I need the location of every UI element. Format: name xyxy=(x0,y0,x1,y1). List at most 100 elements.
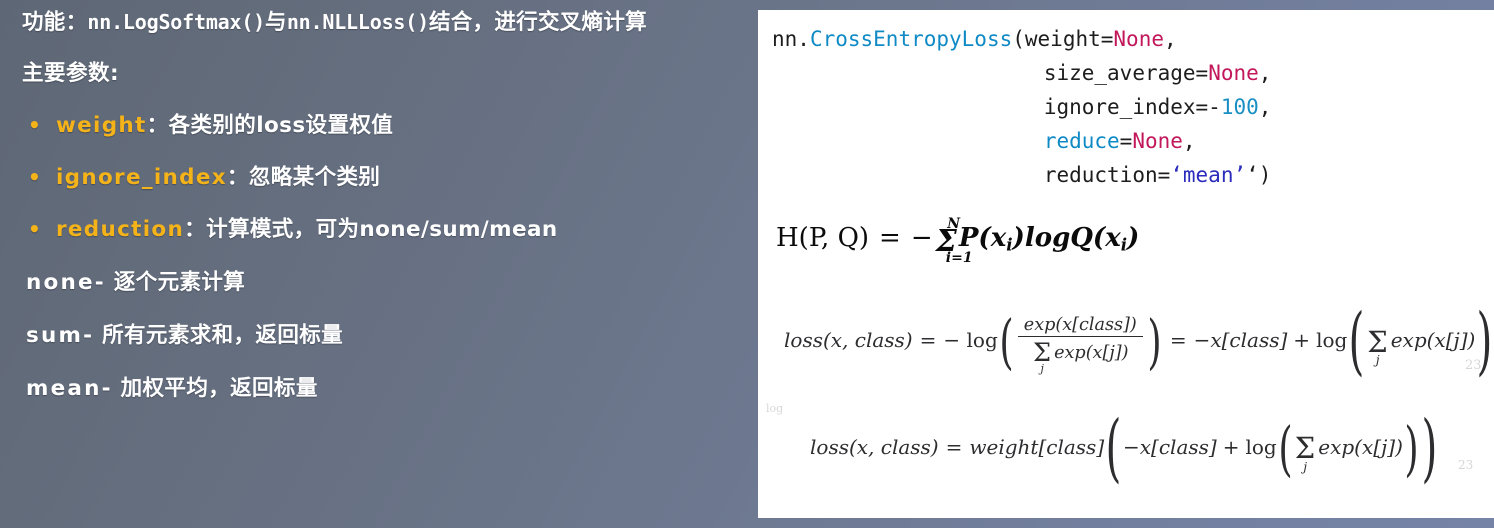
param-name-reduction: reduction xyxy=(56,216,185,242)
formula-entropy-sum-upper: N xyxy=(947,215,961,232)
section-heading-main-params: 主要参数: xyxy=(22,60,120,86)
bullet-dot-icon: • xyxy=(28,216,42,241)
note-desc-sum: 所有元素求和，返回标量 xyxy=(94,322,344,348)
lead-prefix: 功能： xyxy=(22,10,88,35)
scan-artifact-right-2: 23 xyxy=(1458,458,1474,472)
sigma-icon: Σj xyxy=(1033,338,1051,375)
loss1-eq1: = xyxy=(919,328,937,352)
loss2-sigma-sub: j xyxy=(1303,458,1308,474)
code-signature-block: nn.CrossEntropyLoss(weight=None, size_ave… xyxy=(772,22,1271,192)
code-value-weight: None xyxy=(1113,27,1164,51)
list-item: • ignore_index ： 忽略某个类别 xyxy=(22,139,742,191)
right-paren-inner: ) xyxy=(1404,413,1419,483)
note-desc-mean: 加权平均，返回标量 xyxy=(112,375,318,401)
code-value-reduction: ‘mean’ xyxy=(1170,163,1247,188)
note-key-sum: sum- xyxy=(26,322,95,348)
code-comma-2: , xyxy=(1258,61,1272,86)
list-item: • weight ： 各类别的loss设置权值 xyxy=(22,87,742,139)
param-name-ignore-index: ignore_index xyxy=(56,164,227,190)
loss1-rhs-body: exp(x[j]) xyxy=(1390,328,1476,352)
sigma-icon: Σj xyxy=(1367,325,1388,367)
lead-mono-nllloss: nn.NLLLoss() xyxy=(286,10,429,34)
loss2-log: log xyxy=(1245,434,1277,459)
loss1-log: log xyxy=(1316,328,1348,352)
code-equals-4: = xyxy=(1119,129,1133,154)
loss1-numerator: exp(x[class]) xyxy=(1017,315,1143,337)
left-paren-outer: ( xyxy=(1105,405,1122,491)
code-arg-size-average: size_average= xyxy=(1043,61,1209,86)
formula-entropy-p: P(x xyxy=(958,223,1007,253)
code-open-paren: ( xyxy=(1012,27,1025,51)
code-line-4: reduce=None, xyxy=(772,124,1271,158)
loss1-fraction: exp(x[class]) Σj exp(x[j]) xyxy=(1017,315,1143,375)
scan-artifact-top-left: log xyxy=(766,402,784,415)
note-key-mean: mean- xyxy=(26,375,113,401)
loss1-rhs-sigma-sub: j xyxy=(1375,351,1380,367)
lead-suffix: 结合，进行交叉熵计算 xyxy=(428,10,647,35)
loss1-rhs-first: −x[class] xyxy=(1193,328,1288,352)
loss1-denominator: Σj exp(x[j]) xyxy=(1018,337,1143,375)
loss2-weight-index: [class] xyxy=(1038,434,1105,459)
param-separator: ： xyxy=(226,164,249,190)
formula-entropy-lhs: H(P, Q) xyxy=(776,223,870,253)
param-desc-reduction: 计算模式，可为none/sum/mean xyxy=(206,216,558,242)
formula-cross-entropy: H(P, Q) = − Σ Ni=1 P(xi)logQ(xi) xyxy=(776,216,1140,266)
loss2-eq: = xyxy=(945,434,963,459)
list-item: • reduction ： 计算模式，可为none/sum/mean xyxy=(22,191,742,243)
loss1-lhs: loss(x, class) xyxy=(784,328,913,352)
loss1-neg-log: − log xyxy=(943,328,998,352)
param-desc-weight: 各类别的loss设置权值 xyxy=(168,112,394,138)
loss1-plus: + xyxy=(1293,328,1311,352)
loss1-den-sigma-sub: j xyxy=(1040,362,1044,376)
formula-entropy-minus: − xyxy=(910,223,933,253)
slide-root: 功能：nn.LogSoftmax()与nn.NLLLoss()结合，进行交叉熵计… xyxy=(0,0,1494,528)
left-text-column: 功能：nn.LogSoftmax()与nn.NLLLoss()结合，进行交叉熵计… xyxy=(0,0,756,528)
right-white-panel: nn.CrossEntropyLoss(weight=None, size_ave… xyxy=(758,10,1494,518)
code-arg-ignore-index: ignore_index=- xyxy=(1043,95,1221,120)
sigma-icon: Σj xyxy=(1295,431,1316,473)
right-paren-large: ) xyxy=(1147,306,1162,376)
loss2-inner-first: −x[class] xyxy=(1123,434,1217,459)
note-none: none- 逐个元素计算 xyxy=(22,243,742,296)
code-line-1: nn.CrossEntropyLoss(weight=None, xyxy=(772,22,1271,56)
code-value-size-average: None xyxy=(1208,61,1259,86)
code-arg-weight: weight= xyxy=(1024,27,1114,51)
formula-entropy-summation: Σ Ni=1 xyxy=(936,216,973,266)
formula-entropy-q-end: ) xyxy=(1127,223,1140,253)
code-comma-4: , xyxy=(1182,129,1196,154)
formula-entropy-logq: logQ(x xyxy=(1024,223,1121,253)
note-desc-none: 逐个元素计算 xyxy=(105,269,246,295)
formula-entropy-eq: = xyxy=(879,223,901,253)
code-arg-reduce: reduce xyxy=(1043,129,1120,154)
formula-loss-weighted: loss(x, class) = weight[class](−x[class] + l… xyxy=(810,405,1439,491)
lead-mid: 与 xyxy=(265,10,287,35)
code-line-3: ignore_index=-100, xyxy=(772,90,1272,124)
loss2-weight: weight xyxy=(969,434,1039,459)
loss2-lhs: loss(x, class) xyxy=(810,434,939,459)
code-value-reduce: None xyxy=(1132,129,1183,154)
code-line-2: size_average=None, xyxy=(772,56,1272,90)
right-paren-outer: ) xyxy=(1421,405,1438,491)
loss1-eq2: = xyxy=(1169,328,1187,352)
lead-mono-logsoftmax: nn.LogSoftmax() xyxy=(87,10,266,34)
note-mean: mean- 加权平均，返回标量 xyxy=(22,349,742,402)
note-sum: sum- 所有元素求和，返回标量 xyxy=(22,296,742,349)
param-desc-ignore-index: 忽略某个类别 xyxy=(248,164,381,190)
code-arg-reduction: reduction= xyxy=(1043,163,1171,188)
code-comma-1: , xyxy=(1163,27,1177,51)
code-namespace: nn. xyxy=(772,27,810,51)
param-name-weight: weight xyxy=(56,112,147,138)
bullet-dot-icon: • xyxy=(28,112,42,137)
scan-artifact-right-1: 23 xyxy=(1465,358,1482,373)
left-paren-inner: ( xyxy=(1278,413,1293,483)
parameter-bullet-list: • weight ： 各类别的loss设置权值 • ignore_index ：… xyxy=(22,87,742,243)
formula-entropy-sum-lower: i=1 xyxy=(945,249,973,266)
loss2-plus: + xyxy=(1222,434,1240,459)
code-close-paren: ‘) xyxy=(1246,163,1272,188)
code-comma-3: , xyxy=(1258,95,1272,120)
loss1-den-body: exp(x[j]) xyxy=(1054,343,1129,363)
param-separator: ： xyxy=(184,216,207,242)
code-function-name: CrossEntropyLoss xyxy=(809,27,1013,51)
code-line-5: reduction=‘mean’‘) xyxy=(772,158,1272,192)
loss2-sum-body: exp(x[j]) xyxy=(1318,434,1403,459)
